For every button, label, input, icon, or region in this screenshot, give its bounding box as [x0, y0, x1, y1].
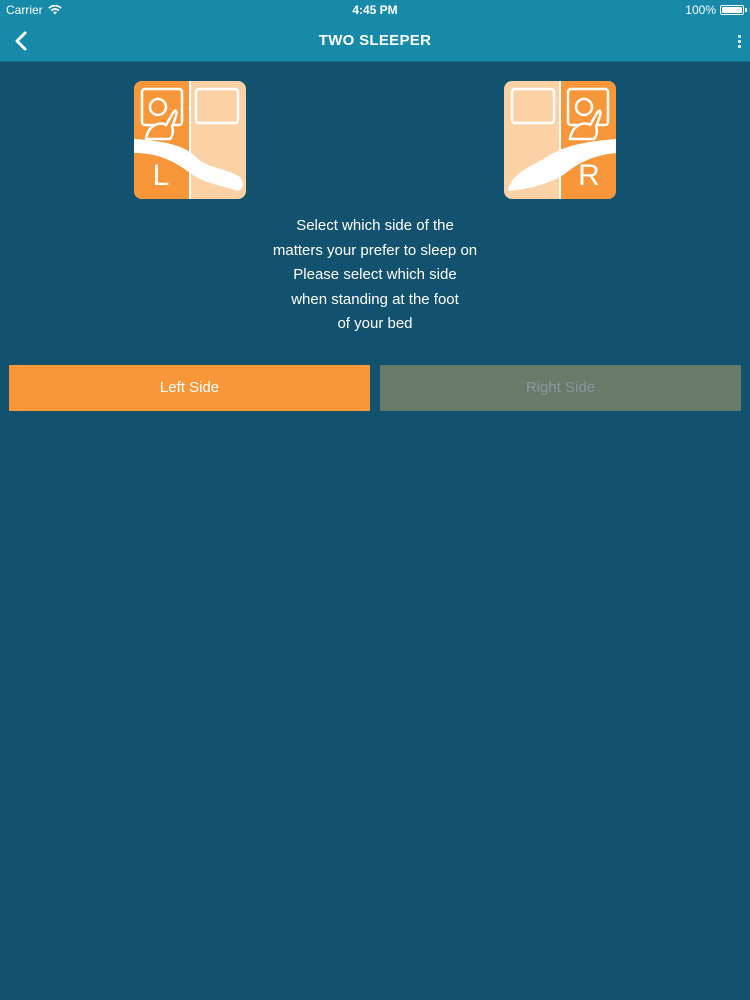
status-right: 100%: [685, 0, 747, 20]
right-tile-letter: R: [578, 159, 600, 192]
instruction-line: when standing at the foot: [291, 290, 459, 308]
battery-fill: [722, 7, 742, 13]
vertical-dot: [737, 44, 741, 48]
status-bar: Carrier 4:45 PM 100%: [0, 0, 750, 20]
instruction-line: of your bed: [337, 315, 413, 332]
right-side-button[interactable]: Right Side: [380, 365, 741, 411]
battery-percentage: 100%: [685, 3, 716, 17]
left-side-button[interactable]: Left Side: [9, 365, 370, 411]
page-title: TWO SLEEPER: [318, 32, 432, 49]
instruction-line: Select which side of the: [296, 217, 454, 234]
vertical-dots-icon: [737, 34, 741, 38]
right-sleeper-icon: R: [504, 81, 616, 199]
left-tile-letter: L: [153, 159, 170, 192]
right-side-tile[interactable]: R: [504, 81, 616, 199]
battery-icon: [720, 5, 747, 15]
left-sleeper-icon: L: [134, 81, 246, 199]
more-options-button[interactable]: [732, 28, 746, 54]
left-side-tile[interactable]: L: [134, 81, 246, 199]
status-time: 4:45 PM: [352, 3, 398, 17]
instruction-line: matters your prefer to sleep on: [272, 241, 478, 259]
vertical-dot: [737, 39, 741, 43]
instruction-line: Please select which side: [293, 266, 457, 283]
navigation-bar: TWO SLEEPER: [0, 20, 750, 62]
instructions-text: Select which side of the matters your pr…: [175, 214, 575, 337]
